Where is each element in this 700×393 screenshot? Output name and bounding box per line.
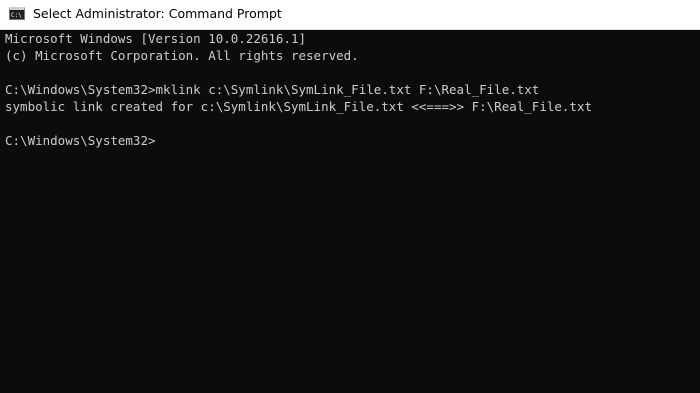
- console-output-area[interactable]: Microsoft Windows [Version 10.0.22616.1]…: [0, 30, 700, 393]
- svg-text:C:\: C:\: [11, 12, 22, 18]
- title-bar[interactable]: C:\ Select Administrator: Command Prompt: [0, 0, 700, 30]
- cmd-icon[interactable]: C:\: [9, 7, 25, 20]
- console-line-version: Microsoft Windows [Version 10.0.22616.1]: [5, 31, 307, 46]
- console-prompt[interactable]: C:\Windows\System32>: [5, 132, 156, 149]
- console-line-symlink-result: symbolic link created for c:\Symlink\Sym…: [5, 99, 592, 114]
- console-line-copyright: (c) Microsoft Corporation. All rights re…: [5, 48, 359, 63]
- command-prompt-window: C:\ Select Administrator: Command Prompt…: [0, 0, 700, 393]
- window-title: Select Administrator: Command Prompt: [33, 6, 282, 21]
- console-line-mklink-command: C:\Windows\System32>mklink c:\Symlink\Sy…: [5, 82, 540, 97]
